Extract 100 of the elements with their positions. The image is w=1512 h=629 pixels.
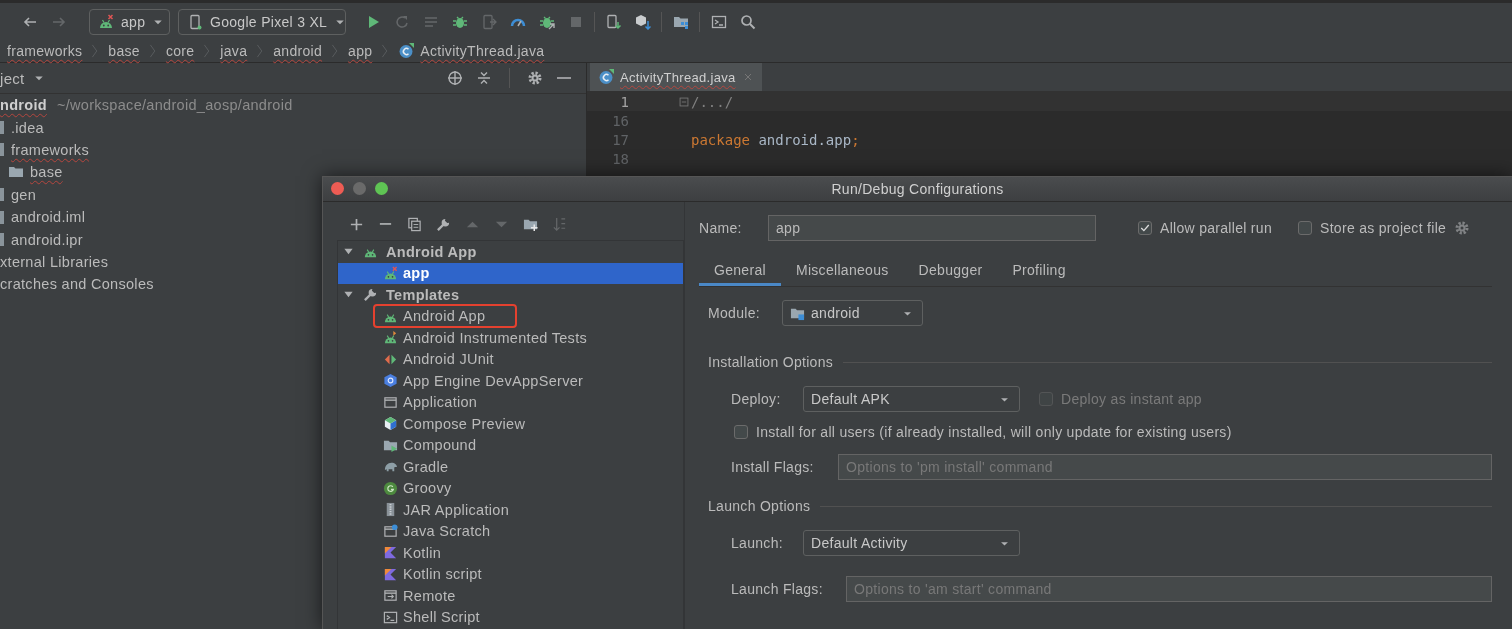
crosshair-icon[interactable] — [447, 70, 463, 86]
class-icon — [398, 43, 415, 59]
window-clock-icon — [383, 523, 398, 539]
tree-item[interactable]: .idea — [11, 119, 44, 136]
phone-icon — [187, 13, 203, 30]
k-logo-icon — [383, 545, 398, 561]
name-field[interactable]: app — [768, 215, 1096, 241]
tree-item[interactable]: cratches and Consoles — [0, 276, 154, 293]
settings-icon[interactable] — [1454, 220, 1471, 236]
item-label: Kotlin — [403, 544, 442, 561]
tree-item-row[interactable]: Java Scratch — [338, 520, 683, 542]
field-label: Launch Flags: — [731, 581, 824, 597]
tab[interactable]: Miscellaneous — [780, 256, 904, 286]
breadcrumb-item[interactable]: ActivityThread.java — [398, 43, 545, 59]
launch-dropdown[interactable]: Default Activity — [803, 530, 1020, 556]
tree-item[interactable]: gen — [11, 186, 37, 203]
tree-group-row[interactable]: Android App — [338, 241, 683, 263]
tree-item[interactable]: android.iml — [11, 209, 86, 226]
panel-title[interactable]: ject — [0, 69, 25, 87]
tree-item-row[interactable]: app — [338, 262, 683, 284]
minimize-icon[interactable] — [556, 77, 572, 79]
module-dropdown[interactable]: android — [782, 300, 923, 326]
tree-item-row[interactable]: Android Instrumented Tests — [338, 327, 683, 349]
breadcrumb-item[interactable]: android — [273, 43, 323, 59]
editor-tab[interactable]: ActivityThread.java — [590, 63, 762, 91]
item-label: Java Scratch — [403, 523, 491, 540]
clipped-icon — [0, 233, 4, 247]
tree-item-row[interactable]: Remote — [338, 585, 683, 607]
code-line: /.../ — [691, 93, 734, 110]
field-label: Launch: — [731, 535, 784, 551]
field-label: Deploy: — [731, 391, 782, 407]
item-label: app — [403, 265, 430, 282]
section-title: Launch Options — [708, 498, 811, 514]
item-label: Kotlin script — [403, 566, 482, 583]
class-icon — [598, 69, 614, 85]
checkbox-label: Allow parallel run — [1160, 220, 1272, 236]
breadcrumb-item[interactable]: app — [348, 43, 373, 59]
clipped-icon — [0, 188, 4, 202]
clipped-icon — [0, 210, 4, 224]
item-label: App Engine DevAppServer — [403, 372, 584, 389]
breadcrumb-item[interactable]: base — [108, 43, 140, 59]
tree-group-row[interactable]: Templates — [338, 284, 683, 306]
terminal-icon — [710, 13, 727, 30]
close-window-button[interactable] — [331, 182, 344, 195]
terminal-icon — [383, 609, 398, 625]
tree-item-row[interactable]: JAR Application — [338, 499, 683, 521]
item-label: Compound — [403, 437, 477, 454]
tab[interactable]: General — [699, 256, 781, 286]
tree-item-row[interactable]: App Engine DevAppServer — [338, 370, 683, 392]
wrench-icon — [436, 216, 451, 232]
code-line: package android.app; — [691, 131, 860, 148]
item-label: Shell Script — [403, 609, 480, 626]
tab[interactable]: Debugger — [903, 256, 998, 286]
tree-item[interactable]: frameworks — [11, 141, 89, 158]
checkbox[interactable] — [1298, 221, 1312, 235]
tree-item-row[interactable]: Application — [338, 391, 683, 413]
device-arrow-icon — [480, 13, 497, 30]
run-config-dropdown[interactable]: app — [89, 8, 170, 35]
checkmark-icon — [1139, 222, 1151, 234]
project-path: ~/workspace/android_aosp/android — [56, 97, 293, 114]
tab[interactable]: Profiling — [997, 256, 1081, 286]
tree-item[interactable]: ndroid — [0, 97, 47, 114]
checkbox-label: Deploy as instant app — [1061, 391, 1202, 407]
item-label: Android App — [403, 308, 486, 325]
tree-item-row[interactable]: Shell Script — [338, 606, 683, 628]
rerun-icon — [393, 13, 410, 30]
zoom-window-button[interactable] — [375, 182, 388, 195]
tree-item-row[interactable]: Android JUnit — [338, 348, 683, 370]
tree-item-row[interactable]: Groovy — [338, 477, 683, 499]
checkbox[interactable] — [1138, 221, 1152, 235]
tree-item-row[interactable]: Compound — [338, 434, 683, 456]
checkbox[interactable] — [734, 425, 748, 439]
item-label: Application — [403, 394, 478, 411]
add-icon — [349, 216, 364, 232]
tree-item-row[interactable]: Kotlin — [338, 542, 683, 564]
tree-item-row[interactable]: Kotlin script — [338, 563, 683, 585]
collapse-icon[interactable] — [476, 70, 492, 86]
android-arrow-icon — [383, 330, 398, 346]
breadcrumb-item[interactable]: frameworks — [7, 43, 83, 59]
breadcrumb-item[interactable]: core — [165, 43, 195, 59]
settings-icon[interactable] — [527, 70, 543, 86]
tree-item[interactable]: xternal Libraries — [0, 253, 109, 270]
tree-item-row[interactable]: Compose Preview — [338, 413, 683, 435]
tree-item-row[interactable]: Gradle — [338, 456, 683, 478]
item-label: Groovy — [403, 480, 452, 497]
tree-item-row[interactable]: Android App — [338, 305, 683, 327]
tree-item[interactable]: android.ipr — [11, 231, 83, 248]
deploy-dropdown[interactable]: Default APK — [803, 386, 1020, 412]
checkbox-label: Store as project file — [1320, 220, 1447, 236]
android-error-icon — [383, 265, 398, 281]
field-label: Name: — [699, 220, 743, 236]
line-number: 18 — [611, 150, 630, 167]
item-label: Android Instrumented Tests — [403, 329, 588, 346]
tree-item[interactable]: base — [30, 164, 63, 181]
device-dropdown[interactable]: Google Pixel 3 XL — [178, 8, 346, 35]
search-icon — [739, 13, 756, 30]
clipped-icon — [0, 121, 4, 135]
section-title: Installation Options — [708, 354, 834, 370]
breadcrumb-item[interactable]: java — [220, 43, 248, 59]
group-label: Templates — [386, 286, 460, 303]
